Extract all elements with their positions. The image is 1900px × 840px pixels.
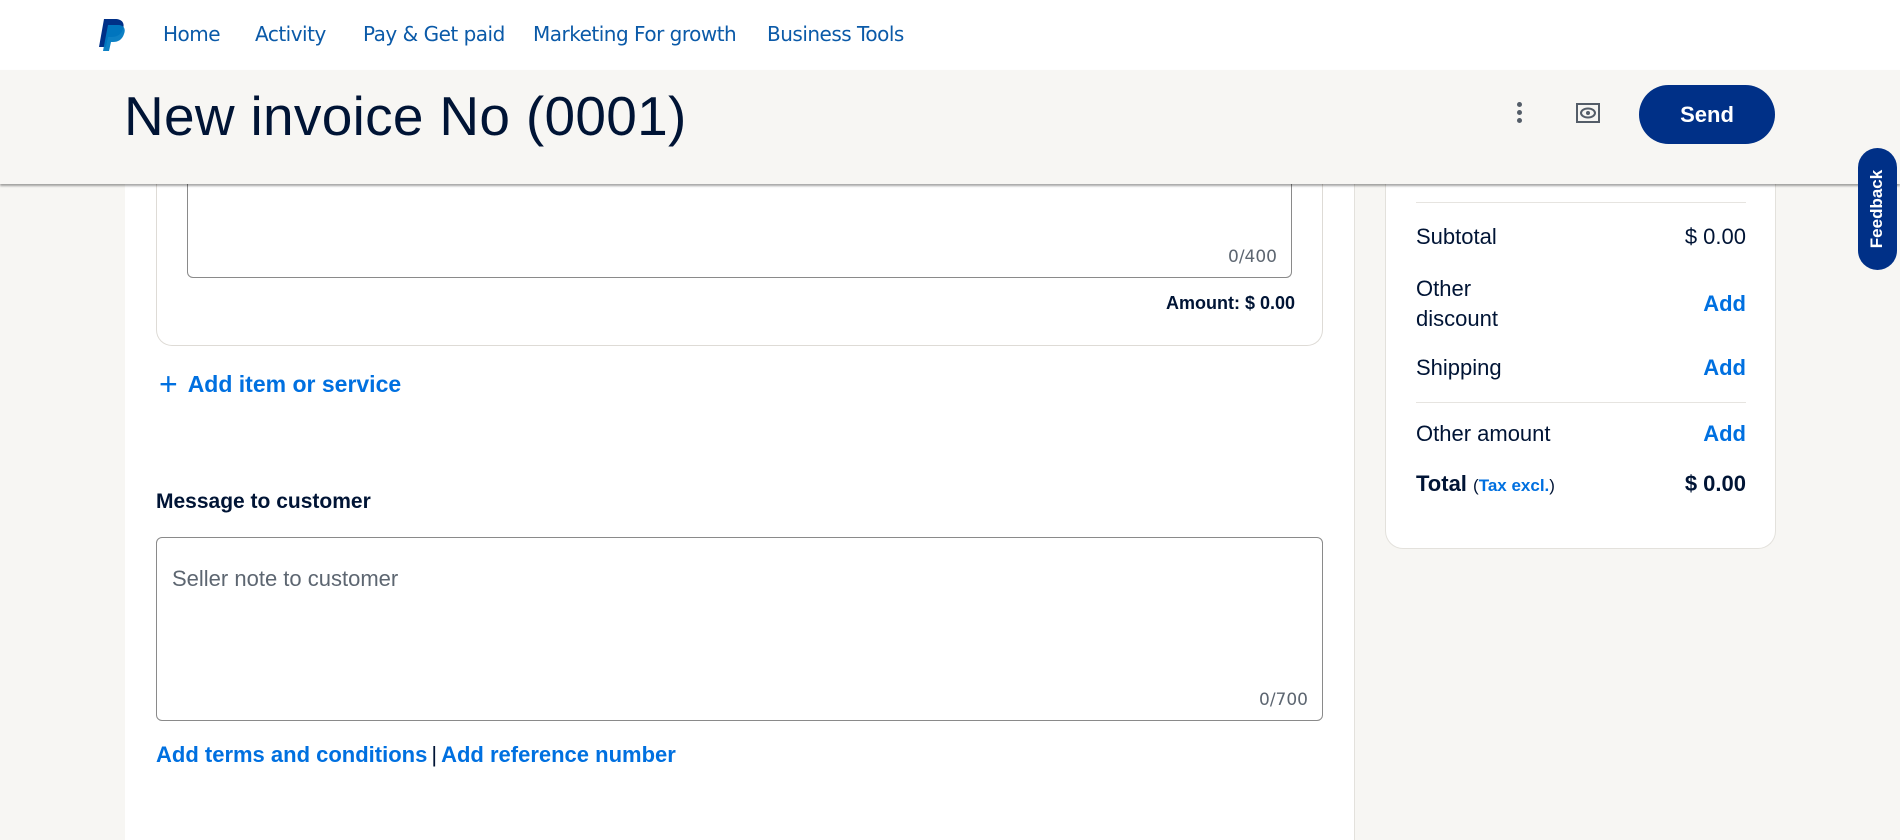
message-placeholder: Seller note to customer <box>172 566 399 591</box>
discount-row: Other discount Add <box>1416 274 1746 334</box>
summary-divider <box>1416 202 1746 203</box>
total-value: $ 0.00 <box>1684 471 1746 496</box>
tax-excl-link[interactable]: Tax excl. <box>1479 476 1550 495</box>
extra-links: Add terms and conditions | Add reference n… <box>156 742 676 768</box>
shipping-label: Shipping <box>1416 355 1502 380</box>
link-separator: | <box>431 742 438 767</box>
feedback-tab[interactable]: Feedback <box>1858 148 1897 270</box>
discount-label: Other discount <box>1416 274 1498 334</box>
discount-label-line1: Other <box>1416 276 1472 301</box>
subtotal-row: Subtotal $ 0.00 <box>1416 224 1746 250</box>
add-discount-button[interactable]: Add <box>1703 291 1746 317</box>
top-navigation: Home Activity Pay & Get paid Marketing F… <box>0 0 1900 70</box>
add-other-amount-button[interactable]: Add <box>1703 421 1746 447</box>
total-label-group: Total (Tax excl.) <box>1416 471 1555 497</box>
total-row: Total (Tax excl.) $ 0.00 <box>1416 471 1746 497</box>
feedback-label: Feedback <box>1867 169 1887 249</box>
invoice-header: New invoice No (0001) Send <box>0 70 1900 184</box>
other-amount-label: Other amount <box>1416 421 1551 446</box>
item-amount: Amount: $ 0.00 <box>1165 293 1295 313</box>
nav-activity[interactable]: Activity <box>255 22 326 46</box>
summary-divider <box>1416 402 1746 403</box>
message-textarea[interactable]: Seller note to customer 0/700 <box>156 537 1323 721</box>
nav-pay-get-paid[interactable]: Pay & Get paid <box>363 22 505 46</box>
paypal-logo[interactable] <box>98 19 126 51</box>
add-shipping-button[interactable]: Add <box>1703 355 1746 381</box>
add-terms-link[interactable]: Add terms and conditions <box>156 742 427 767</box>
add-reference-link[interactable]: Add reference number <box>441 742 676 767</box>
subtotal-label: Subtotal <box>1416 224 1497 249</box>
invoice-summary: Subtotal $ 0.00 Other discount Add Shipp… <box>1385 140 1776 549</box>
page-title: New invoice No (0001) <box>124 85 687 147</box>
other-amount-row: Other amount Add <box>1416 421 1746 447</box>
nav-business-tools[interactable]: Business Tools <box>767 22 904 46</box>
more-options-icon[interactable] <box>1512 102 1526 126</box>
eye-icon[interactable] <box>1576 103 1600 123</box>
subtotal-value: $ 0.00 <box>1684 224 1746 249</box>
add-item-button[interactable]: + Add item or service <box>159 368 401 400</box>
paren-close: ) <box>1549 476 1555 495</box>
send-button[interactable]: Send <box>1639 85 1775 144</box>
message-char-counter: 0/700 <box>1259 690 1308 710</box>
shipping-row: Shipping Add <box>1416 355 1746 381</box>
nav-home[interactable]: Home <box>163 22 221 46</box>
nav-marketing[interactable]: Marketing For growth <box>533 22 737 46</box>
plus-icon: + <box>159 366 178 402</box>
discount-label-line2: discount <box>1416 306 1498 331</box>
description-char-counter: 0/400 <box>1228 247 1277 267</box>
add-item-label: Add item or service <box>187 370 402 397</box>
invoice-form: 0/400 Amount: $ 0.00 + Add item or servi… <box>125 140 1355 840</box>
message-heading: Message to customer <box>156 490 371 513</box>
total-label: Total <box>1416 471 1467 496</box>
